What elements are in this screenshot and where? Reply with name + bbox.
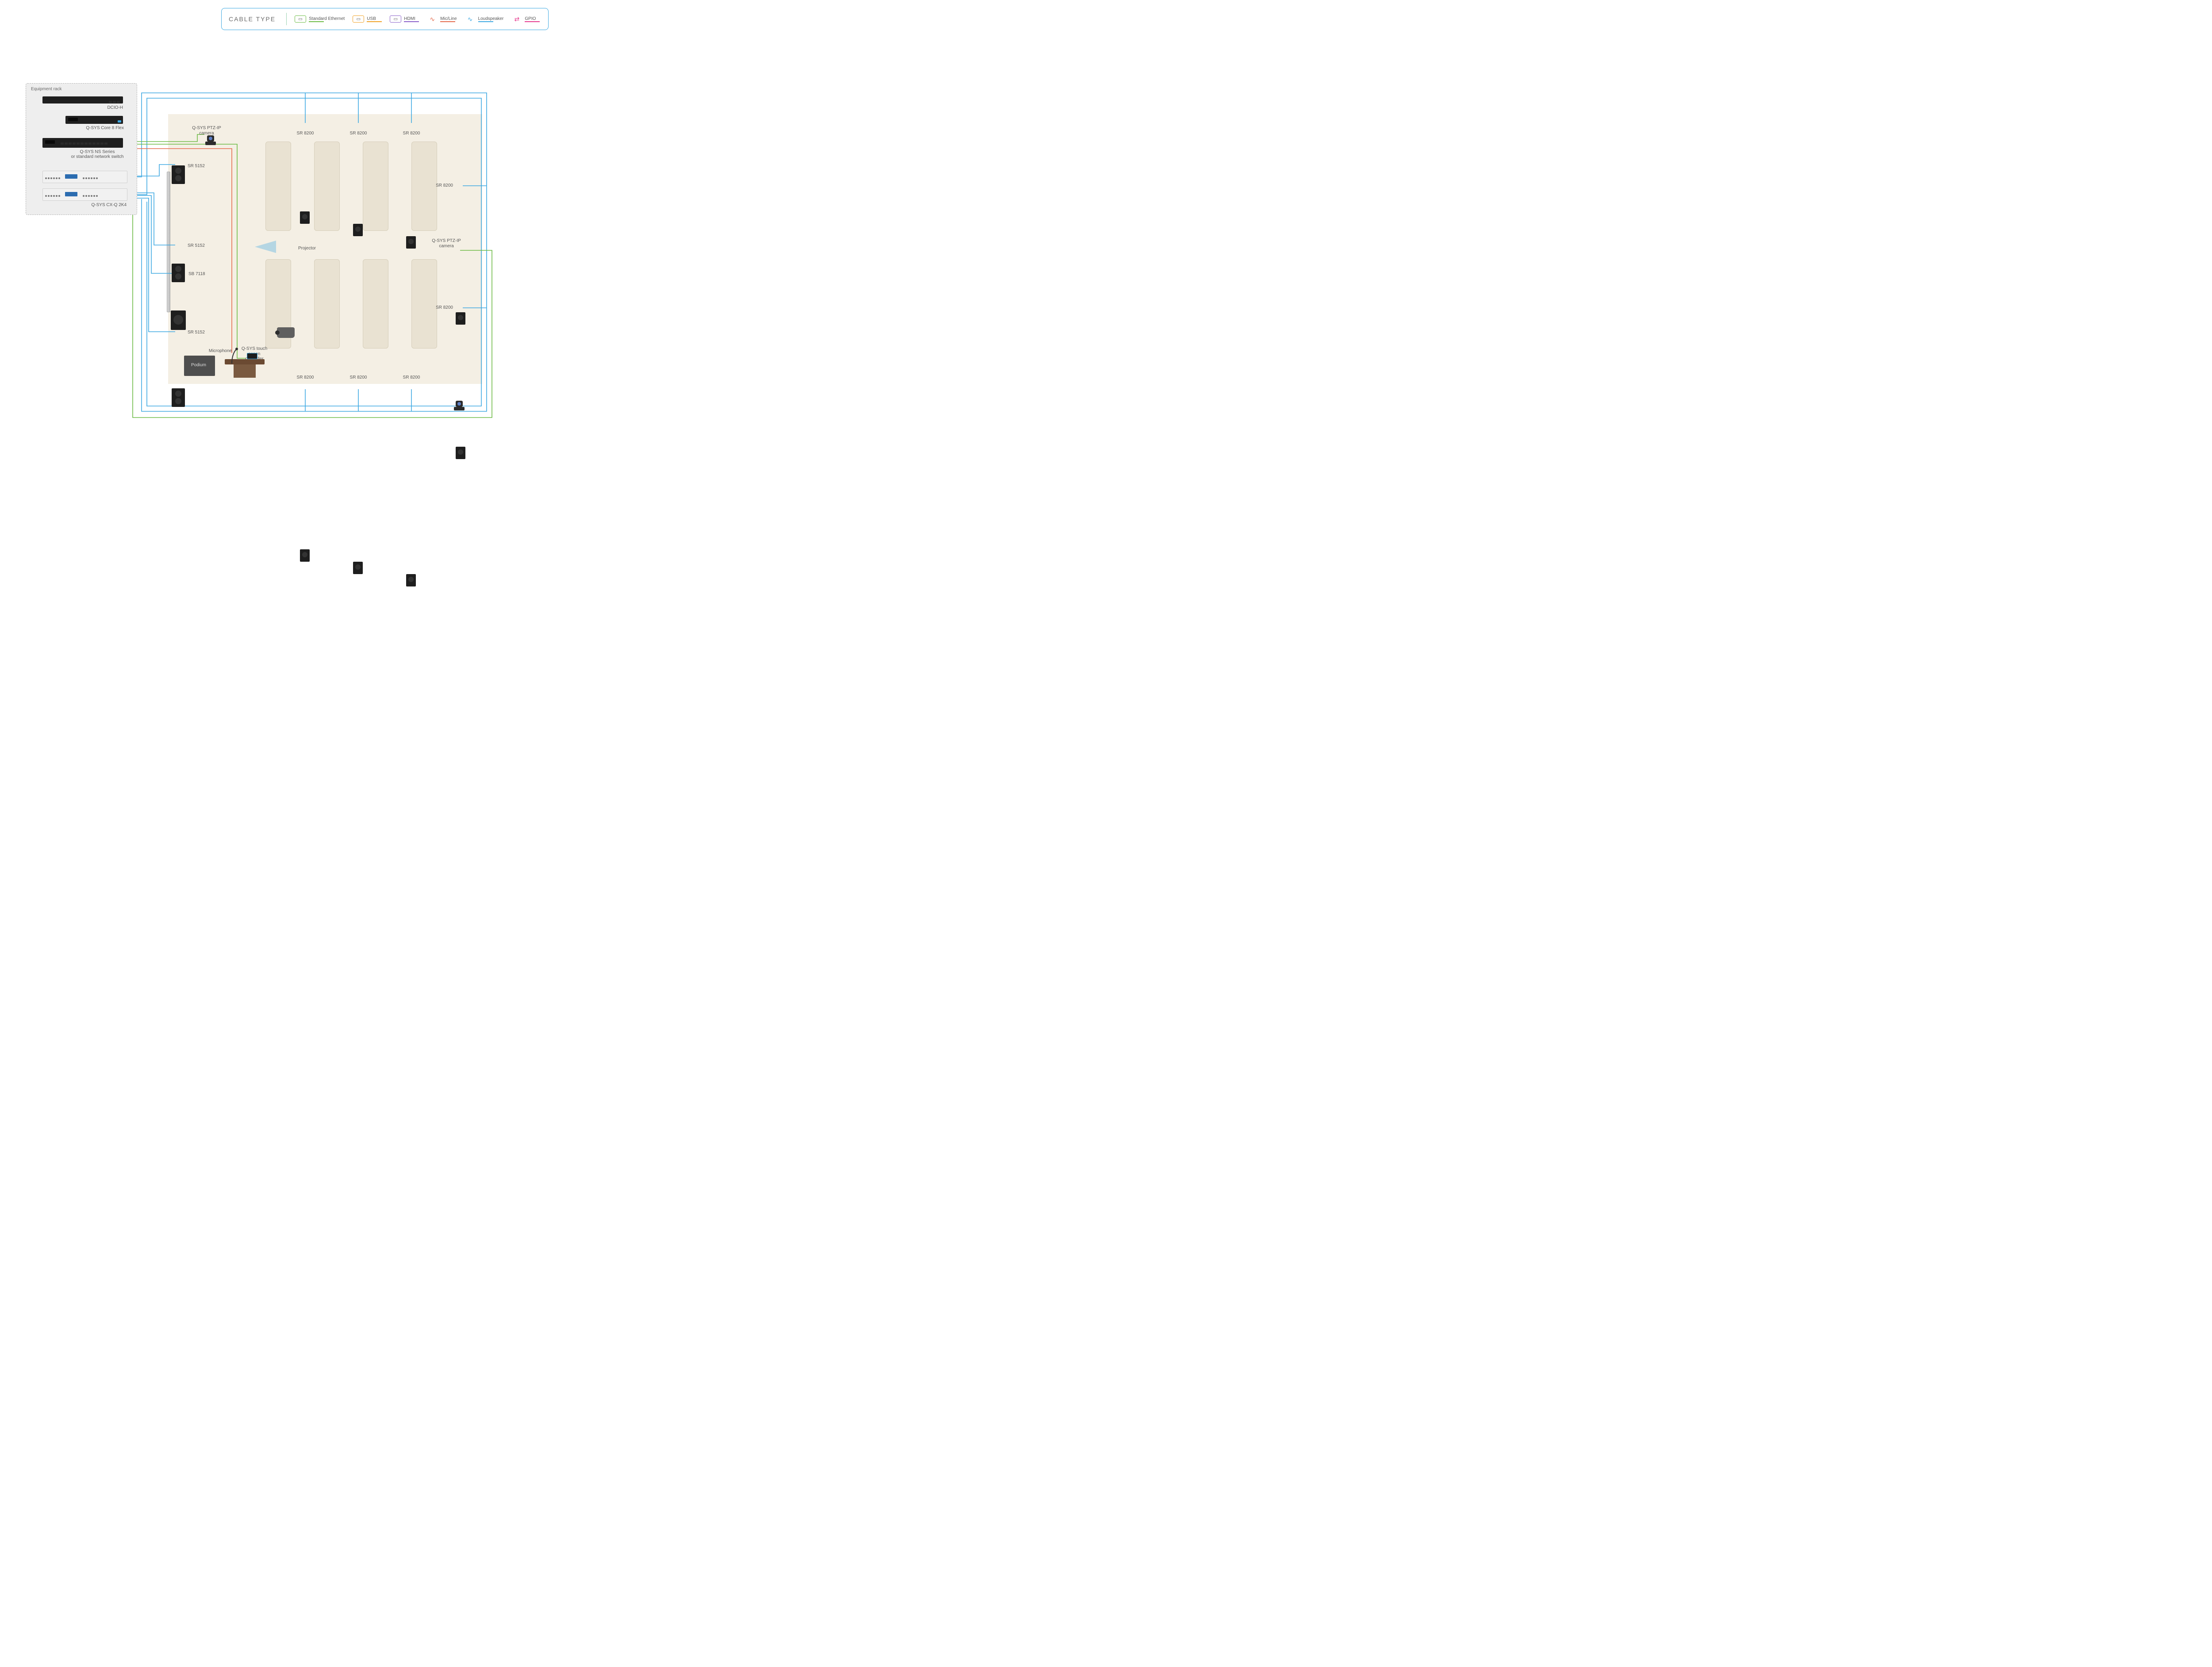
legend-label: Loudspeaker <box>478 16 504 21</box>
legend-label: Standard Ethernet <box>309 16 345 21</box>
front-speaker-sr5152 <box>172 165 185 184</box>
legend-item-ethernet: ▭ Standard Ethernet <box>295 15 345 23</box>
ptz-camera-front <box>204 135 217 145</box>
legend-label: GPIO <box>525 16 536 21</box>
projector <box>277 327 295 338</box>
desk-group <box>265 142 291 231</box>
arrows-icon: ⇄ <box>511 16 522 22</box>
surround-speaker <box>406 236 416 249</box>
legend-item-hdmi: ▭ HDMI <box>390 15 419 23</box>
projector-beam <box>255 241 276 253</box>
device-network-switch <box>42 138 123 148</box>
speaker-label: SR 8200 <box>295 131 316 136</box>
lectern <box>225 359 265 378</box>
surround-speaker <box>406 574 416 586</box>
legend-line <box>478 21 493 22</box>
speaker-label: SR 8200 <box>295 375 316 380</box>
device-dcio-h <box>42 96 123 103</box>
waveform-icon: ∿ <box>465 16 476 22</box>
speaker-label: SR 8200 <box>348 131 369 136</box>
camera-label: Q-SYS PTZ-IP camera <box>431 238 462 249</box>
usb-plug-icon: ▭ <box>353 15 364 23</box>
podium-label: Podium <box>191 363 206 368</box>
microphone-icon <box>227 347 266 364</box>
legend-label: Mic/Line <box>440 16 457 21</box>
room-floor <box>168 114 482 384</box>
desk-group <box>363 142 388 231</box>
legend-label: USB <box>367 16 376 21</box>
front-sub-sb7118 <box>171 310 186 330</box>
desk-group <box>411 259 437 349</box>
legend-line <box>367 21 382 22</box>
device-cxq-amp-2 <box>42 188 127 201</box>
legend-item-micline: ∿ Mic/Line <box>427 16 457 22</box>
surround-speaker <box>456 447 465 459</box>
speaker-label: SR 8200 <box>348 375 369 380</box>
speaker-label: SR 8200 <box>432 305 453 310</box>
device-label: Q-SYS Core 8 Flex <box>81 126 124 130</box>
surround-speaker <box>456 312 465 325</box>
device-label: Q-SYS NS Seriesor standard network switc… <box>71 149 124 159</box>
speaker-label: SR 8200 <box>401 375 422 380</box>
camera-label: Q-SYS PTZ-IP camera <box>191 126 222 136</box>
speaker-label: SR 8200 <box>432 183 453 188</box>
legend-item-usb: ▭ USB <box>353 15 382 23</box>
touch-screen-controller <box>247 353 257 359</box>
speaker-label: SR 5152 <box>188 164 205 169</box>
legend-line <box>525 21 540 22</box>
legend-line <box>404 21 419 22</box>
surround-speaker <box>353 224 363 236</box>
legend-item-loudspeaker: ∿ Loudspeaker <box>465 16 504 22</box>
legend-item-gpio: ⇄ GPIO <box>511 16 540 22</box>
front-speaker-sr5152 <box>172 388 185 407</box>
device-label: DCIO-H <box>88 105 123 110</box>
surround-speaker <box>300 549 310 562</box>
front-speaker-sr5152 <box>172 264 185 282</box>
cable-type-legend: CABLE TYPE ▭ Standard Ethernet ▭ USB ▭ H… <box>221 8 549 30</box>
speaker-label: SB 7118 <box>188 272 205 277</box>
legend-line <box>440 21 455 22</box>
device-core-8-flex <box>65 116 123 124</box>
speaker-label: SR 8200 <box>401 131 422 136</box>
speaker-label: SR 5152 <box>188 243 205 249</box>
hdmi-plug-icon: ▭ <box>390 15 401 23</box>
desk-group <box>363 259 388 349</box>
speaker-label: SR 5152 <box>188 330 205 335</box>
legend-label: HDMI <box>404 16 415 21</box>
desk-group <box>314 142 340 231</box>
legend-title: CABLE TYPE <box>229 15 276 23</box>
ethernet-plug-icon: ▭ <box>295 15 306 23</box>
device-cxq-amp-1 <box>42 171 127 183</box>
surround-speaker <box>300 211 310 224</box>
ptz-camera-rear <box>453 401 465 410</box>
legend-divider <box>286 13 287 25</box>
waveform-icon: ∿ <box>427 16 438 22</box>
legend-line <box>309 21 324 22</box>
projection-screen <box>167 172 170 312</box>
projector-label: Projector <box>298 246 316 251</box>
rack-title: Equipment rack <box>31 87 61 92</box>
desk-group <box>314 259 340 349</box>
device-label: Q-SYS CX-Q 2K4 <box>82 203 127 207</box>
surround-speaker <box>353 562 363 574</box>
